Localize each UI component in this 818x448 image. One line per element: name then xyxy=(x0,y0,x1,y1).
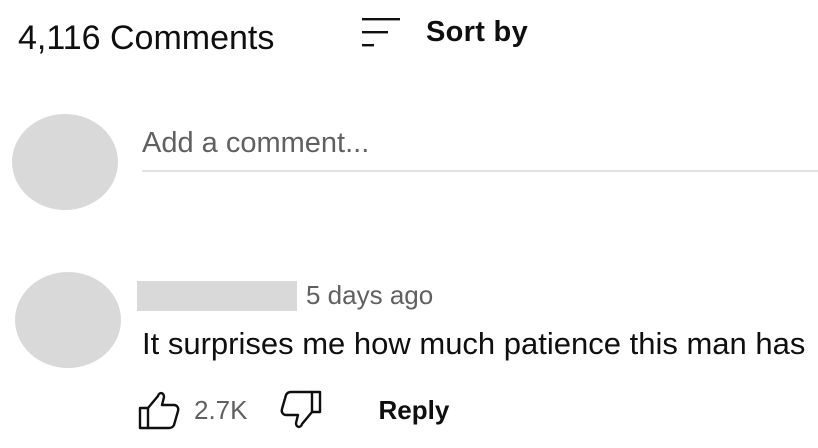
add-comment-input[interactable] xyxy=(142,116,818,172)
commenter-avatar[interactable] xyxy=(15,272,121,368)
reply-button[interactable]: Reply xyxy=(379,395,450,426)
comments-count: 4,116 Comments xyxy=(18,19,275,57)
thumbs-up-icon xyxy=(138,391,180,430)
comment-timestamp[interactable]: 5 days ago xyxy=(306,280,433,310)
sort-by-label: Sort by xyxy=(426,15,528,48)
dislike-button[interactable] xyxy=(248,388,324,432)
current-user-avatar xyxy=(12,114,118,210)
like-count: 2.7K xyxy=(194,394,248,425)
sort-icon xyxy=(362,18,400,47)
like-button[interactable] xyxy=(136,388,182,432)
sort-by-button[interactable]: Sort by xyxy=(356,12,528,52)
comment-actions: 2.7K Reply xyxy=(136,388,449,432)
comment-text: It surprises me how much patience this m… xyxy=(142,326,806,361)
thumbs-down-icon xyxy=(280,390,321,429)
comment-author-name[interactable] xyxy=(137,281,297,311)
